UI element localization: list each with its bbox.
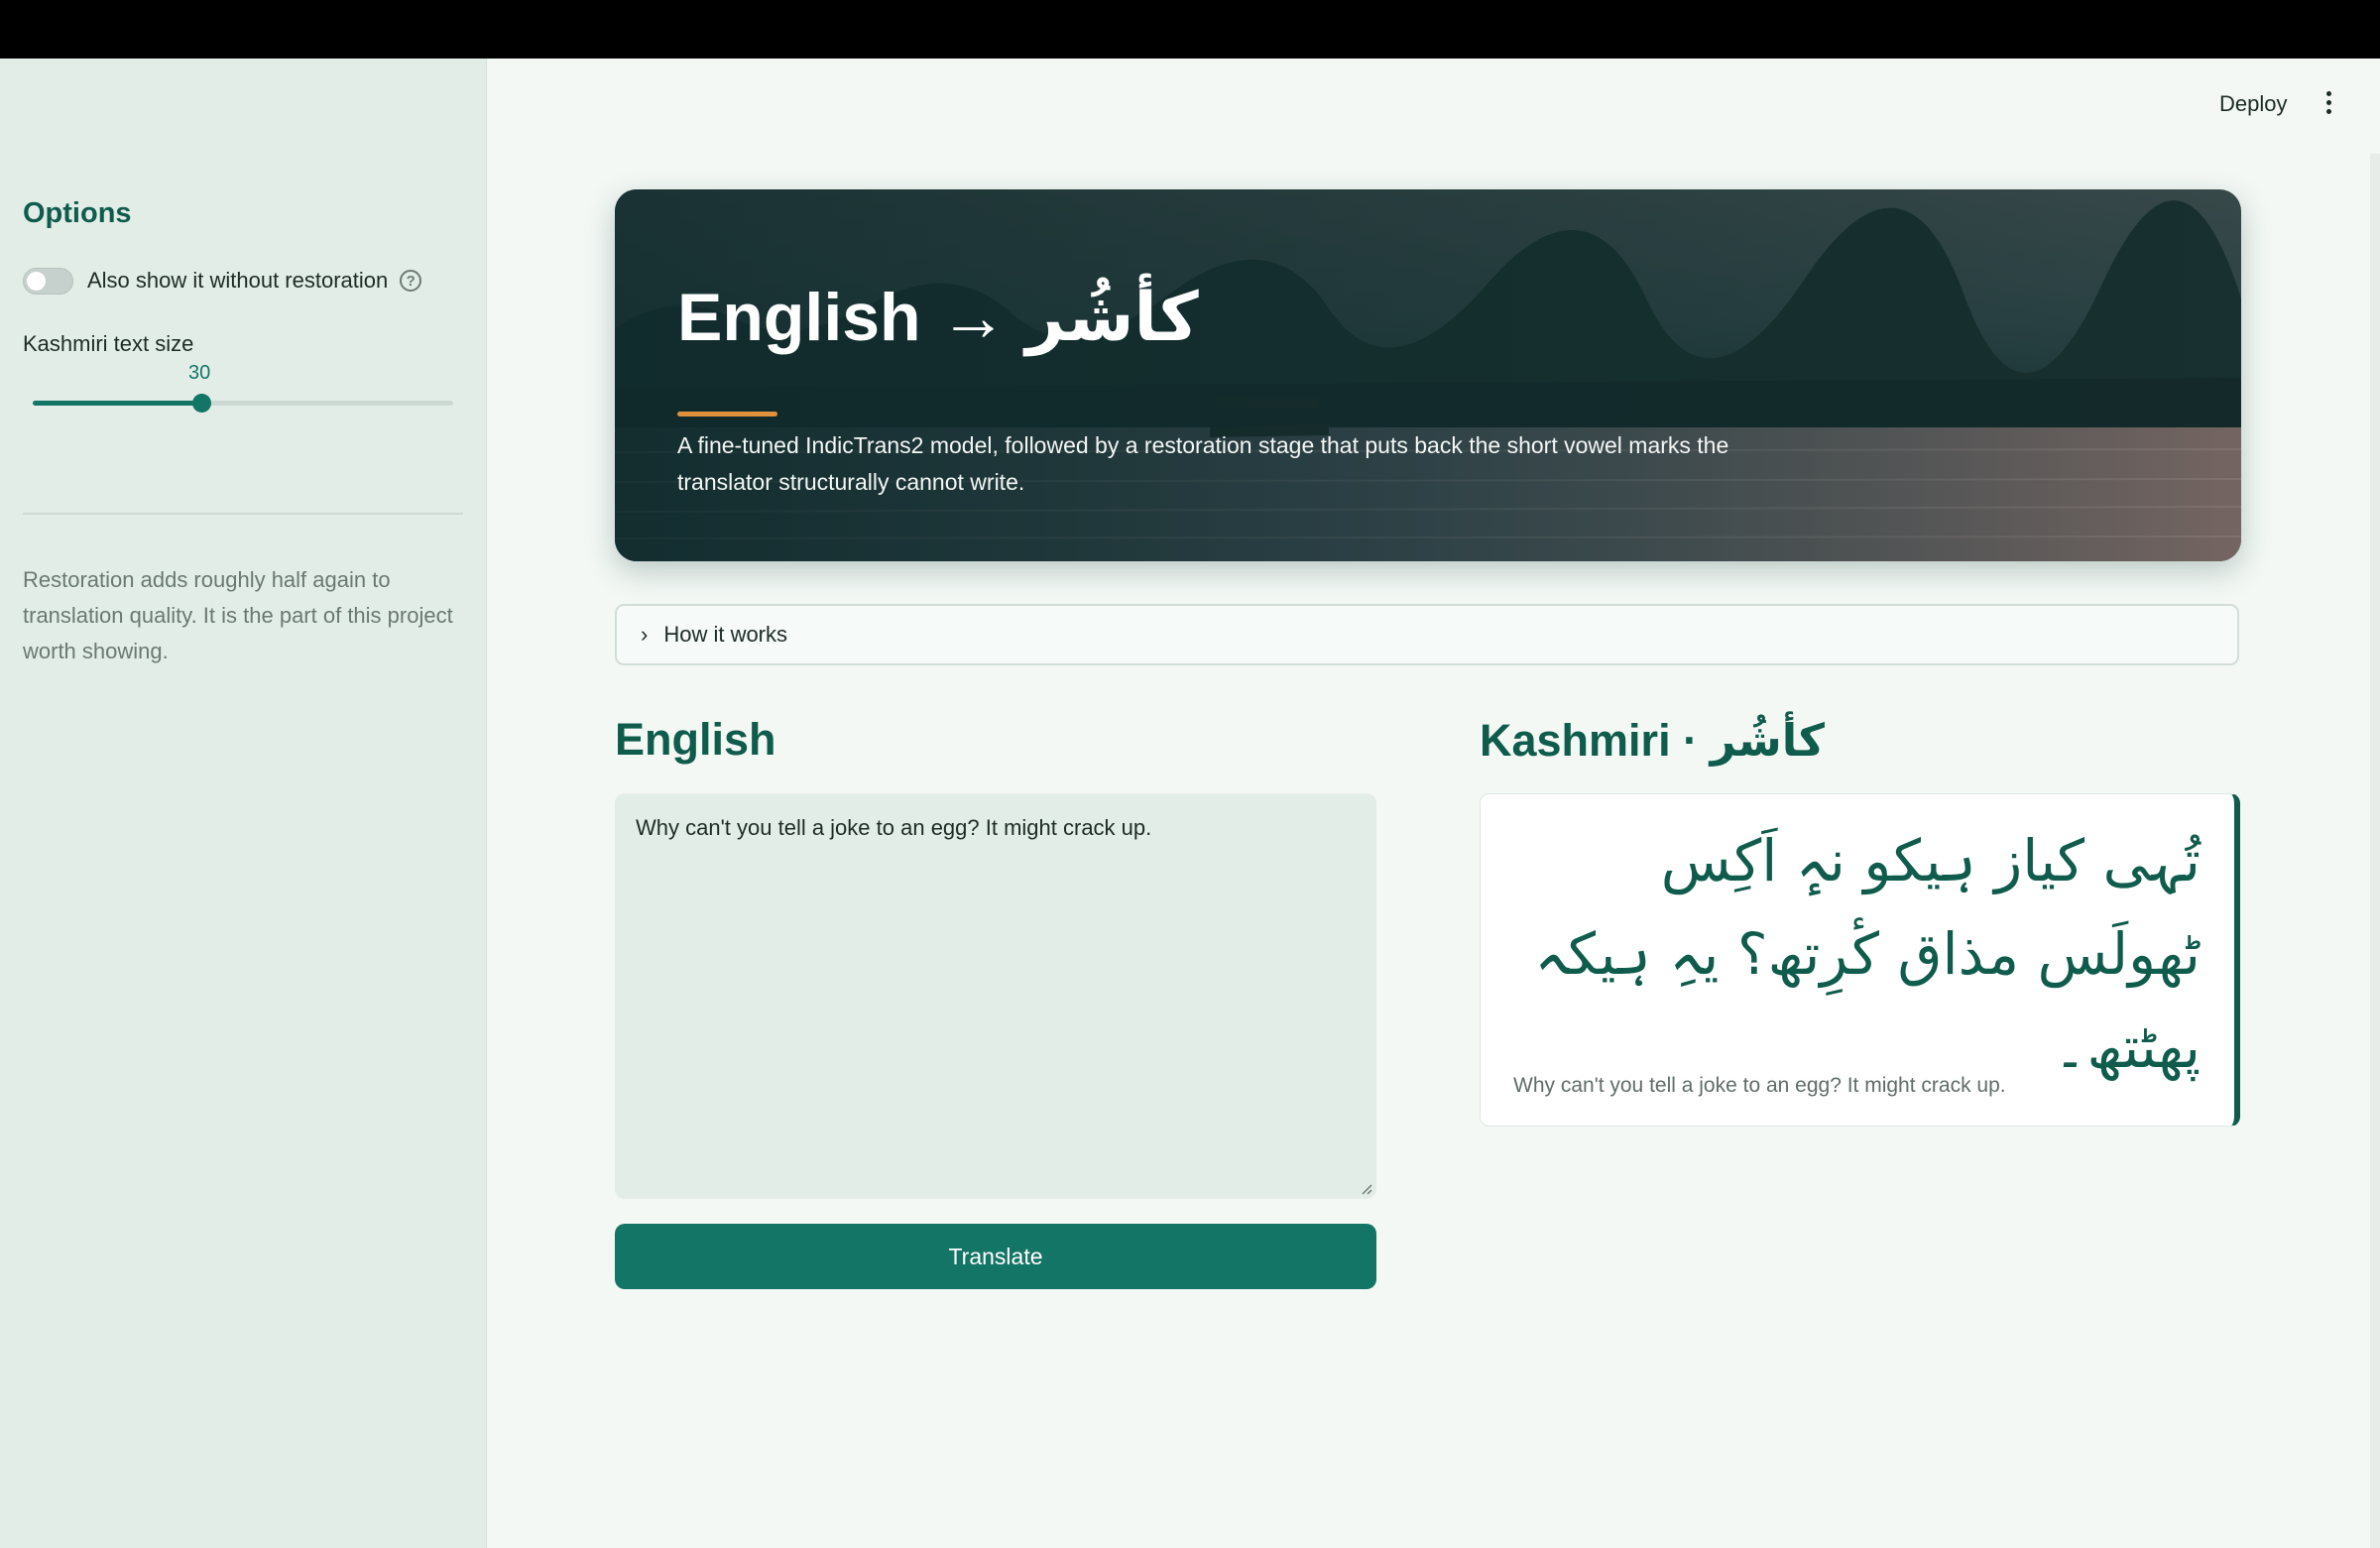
sidebar-title: Options <box>23 197 132 229</box>
hero-title: English → کأشُر <box>677 280 1199 355</box>
english-heading: English <box>615 714 776 765</box>
text-size-slider[interactable] <box>33 394 453 413</box>
restoration-toggle-row[interactable]: Also show it without restoration ? <box>23 263 422 298</box>
deploy-button[interactable]: Deploy <box>2219 91 2287 117</box>
browser-top-bar <box>0 0 2380 59</box>
slider-fill <box>33 401 201 406</box>
text-size-value: 30 <box>188 362 211 384</box>
lake-background-image <box>615 189 2241 561</box>
kashmiri-output-card: تُہی کیاز ہیکو نہٕ اَکِس ٹھولَس مذاق کٔر… <box>1480 793 2240 1127</box>
sidebar-divider <box>23 513 463 515</box>
kashmiri-heading: Kashmiri · کأشُر <box>1480 715 1825 766</box>
help-circle-icon[interactable]: ? <box>400 270 422 292</box>
source-echo-text: Why can't you tell a joke to an egg? It … <box>1513 1074 2006 1097</box>
toggle-knob <box>27 271 46 291</box>
hero-underline <box>677 412 777 417</box>
kashmiri-output-text: تُہی کیاز ہیکو نہٕ اَکِس ٹھولَس مذاق کٔر… <box>1534 827 2201 1081</box>
english-input[interactable]: Why can't you tell a joke to an egg? It … <box>615 793 1376 1199</box>
hero-description: A fine-tuned IndicTrans2 model, followed… <box>677 432 1729 495</box>
sidebar-note: Restoration adds roughly half again to t… <box>23 567 453 663</box>
more-vertical-icon[interactable] <box>2319 87 2338 121</box>
toggle-label: Also show it without restoration <box>87 268 389 293</box>
how-it-works-expander[interactable]: › How it works <box>615 604 2239 665</box>
scrollbar[interactable] <box>2370 154 2380 1548</box>
text-size-label: Kashmiri text size <box>23 331 194 356</box>
slider-handle[interactable] <box>191 394 211 413</box>
chevron-right-icon: › <box>641 622 649 647</box>
hero-banner: English → کأشُر A fine-tuned IndicTrans2… <box>615 189 2241 561</box>
resize-handle-icon[interactable] <box>1361 1183 1372 1195</box>
translate-button[interactable]: Translate <box>615 1224 1376 1289</box>
restoration-toggle[interactable] <box>23 267 73 295</box>
sidebar: Options Also show it without restoration… <box>0 59 487 1548</box>
english-input-value: Why can't you tell a joke to an egg? It … <box>636 815 1152 840</box>
expander-label: How it works <box>663 622 788 647</box>
